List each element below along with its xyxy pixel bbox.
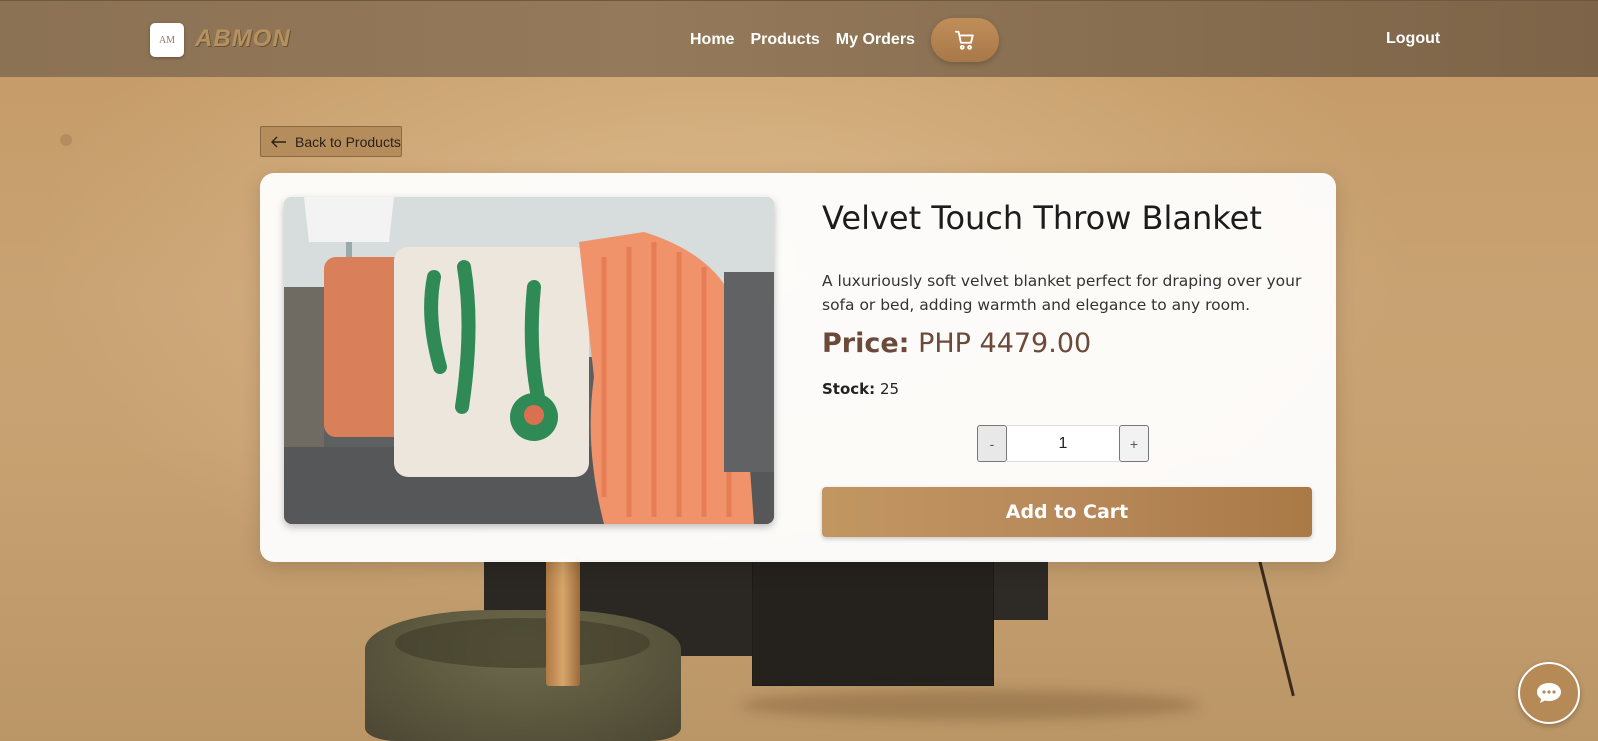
stock-value: 25 (879, 380, 900, 398)
background-dot (60, 134, 72, 146)
product-stock: Stock: 25 (822, 380, 899, 398)
product-photo (284, 197, 774, 524)
nav-products[interactable]: Products (750, 31, 819, 49)
chat-icon (1537, 683, 1561, 703)
background-block (994, 560, 1048, 620)
cart-icon (954, 30, 974, 50)
brand-name[interactable]: ABMON (195, 25, 291, 53)
product-image (284, 197, 774, 524)
cart-button[interactable] (930, 17, 999, 62)
background-shadow (740, 690, 1200, 720)
stock-label: Stock: (822, 380, 876, 398)
arrow-left-icon (271, 136, 286, 147)
quantity-input[interactable]: 1 (1007, 425, 1119, 462)
price-label: Price: (822, 328, 910, 359)
quantity-increase-button[interactable]: + (1119, 425, 1149, 462)
logout-link[interactable]: Logout (1386, 30, 1440, 48)
product-title: Velvet Touch Throw Blanket (822, 199, 1262, 237)
product-description: A luxuriously soft velvet blanket perfec… (822, 271, 1302, 314)
nav-home[interactable]: Home (690, 31, 734, 49)
quantity-stepper: - 1 + (977, 425, 1149, 462)
price-value: PHP 4479.00 (918, 328, 1092, 359)
product-card: Velvet Touch Throw Blanket A luxuriously… (260, 173, 1336, 562)
chat-button[interactable] (1518, 662, 1580, 724)
back-to-products-button[interactable]: Back to Products (260, 126, 402, 157)
add-to-cart-button[interactable]: Add to Cart (822, 487, 1312, 537)
nav-my-orders[interactable]: My Orders (836, 31, 915, 49)
background-block (752, 560, 994, 686)
logo-mark: AM (158, 34, 176, 46)
quantity-decrease-button[interactable]: - (977, 425, 1007, 462)
background-bowl-inner (395, 618, 650, 668)
back-button-label: Back to Products (295, 133, 401, 150)
logo[interactable]: AM (150, 23, 184, 57)
product-price: Price: PHP 4479.00 (822, 328, 1091, 359)
background-stick (546, 556, 580, 686)
navbar: AM ABMON Home Products My Orders Logout (0, 0, 1598, 77)
nav-links: Home Products My Orders (690, 1, 999, 78)
